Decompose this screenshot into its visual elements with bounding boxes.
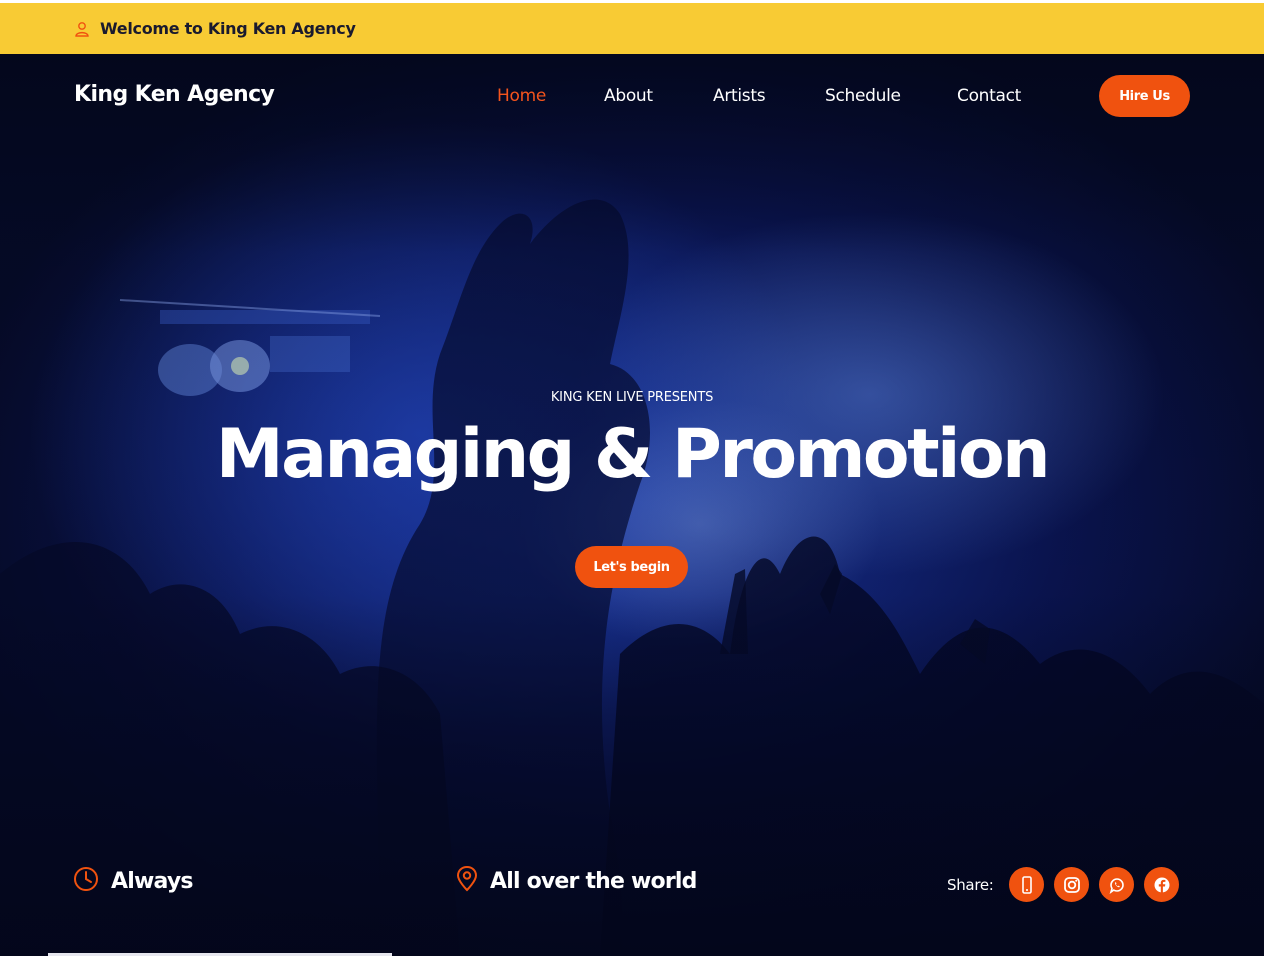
top-welcome-bar: Welcome to King Ken Agency: [0, 0, 1264, 54]
nav-home[interactable]: Home: [497, 86, 546, 106]
nav-contact[interactable]: Contact: [957, 86, 1021, 106]
instagram-share-button[interactable]: [1054, 867, 1089, 902]
whatsapp-icon: [1109, 877, 1124, 894]
share-label: Share:: [947, 876, 994, 894]
user-icon: [74, 20, 92, 38]
hero-overlay: [0, 54, 1264, 956]
info-place: All over the world: [456, 865, 697, 896]
facebook-icon: [1154, 877, 1169, 893]
info-time-label: Always: [111, 868, 194, 894]
nav-schedule[interactable]: Schedule: [825, 86, 901, 106]
brand-logo[interactable]: King Ken Agency: [74, 82, 275, 107]
nav-about[interactable]: About: [604, 86, 653, 106]
hero-background: [0, 54, 1264, 956]
hero-presents-text: KING KEN LIVE PRESENTS: [550, 390, 714, 405]
instagram-icon: [1063, 876, 1080, 893]
info-place-label: All over the world: [490, 868, 697, 894]
clock-icon: [73, 866, 99, 896]
facebook-share-button[interactable]: [1144, 867, 1179, 902]
map-pin-icon: [456, 865, 478, 896]
nav-artists[interactable]: Artists: [713, 86, 766, 106]
info-time: Always: [73, 866, 194, 896]
lets-begin-button[interactable]: Let's begin: [575, 546, 688, 588]
welcome-text: Welcome to King Ken Agency: [100, 19, 356, 38]
phone-icon: [1021, 875, 1032, 894]
hero-headline: Managing & Promotion: [215, 415, 1051, 494]
hire-us-button[interactable]: Hire Us: [1099, 75, 1190, 117]
whatsapp-share-button[interactable]: [1099, 867, 1134, 902]
phone-share-button[interactable]: [1009, 867, 1044, 902]
